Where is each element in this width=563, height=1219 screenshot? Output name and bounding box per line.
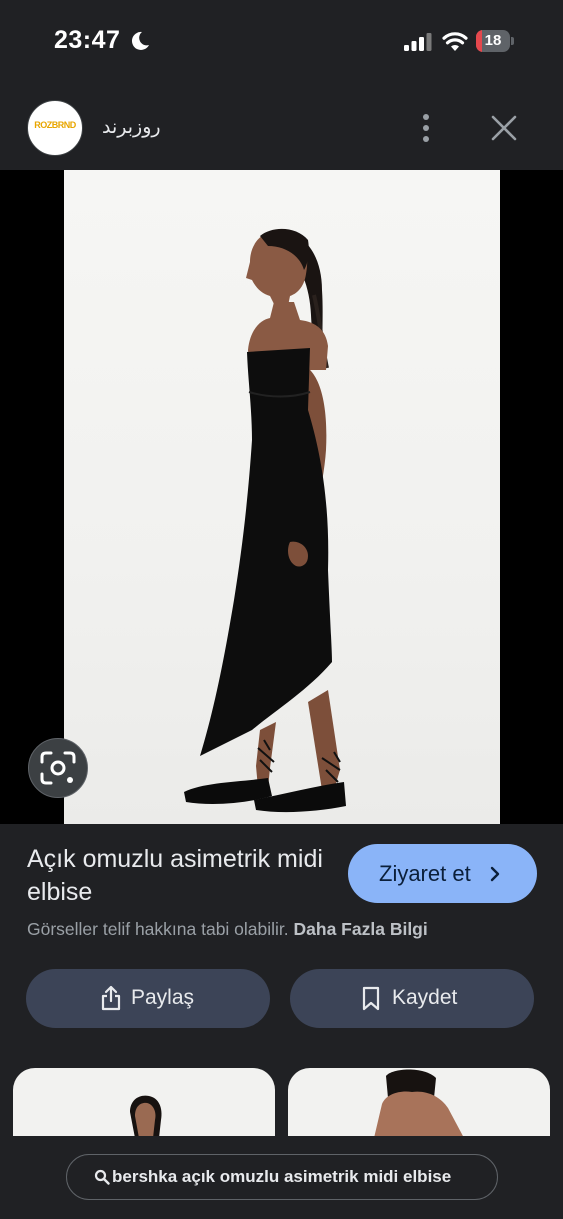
more-vertical-icon[interactable] [412, 112, 440, 144]
model-figure [184, 228, 346, 813]
product-title: Açık omuzlu asimetrik midi elbise [27, 845, 323, 906]
save-button[interactable]: Kaydet [290, 969, 534, 1028]
related-image-thumbnail[interactable] [288, 1068, 550, 1138]
search-query-text: bershka açık omuzlu asimetrik midi elbis… [112, 1167, 452, 1186]
status-time: 23:47 [54, 26, 121, 54]
image-viewer [0, 170, 563, 824]
copyright-notice: Görseller telif hakkına tabi olabilir. D… [27, 919, 547, 940]
share-icon [101, 985, 121, 1011]
product-image[interactable] [64, 170, 500, 824]
status-bar: 23:47 18 [0, 0, 563, 84]
bookmark-icon [362, 986, 380, 1011]
close-icon[interactable] [489, 113, 519, 143]
visit-button[interactable]: Ziyaret et [348, 844, 537, 903]
chevron-right-icon [490, 866, 500, 882]
search-query-pill[interactable]: bershka açık omuzlu asimetrik midi elbis… [66, 1154, 498, 1200]
battery-level: 18 [484, 32, 502, 49]
battery-cap [511, 37, 514, 45]
lens-search-button[interactable] [28, 738, 88, 798]
save-button-label: Kaydet [392, 986, 458, 1009]
related-image-thumbnail[interactable] [13, 1068, 275, 1138]
screen: 23:47 18 ROZBRND روزبرند Açık omuzlu asi… [0, 0, 563, 1219]
signal-icon [404, 33, 432, 51]
site-logo-text: ROZBRND [34, 120, 76, 130]
share-button-label: Paylaş [131, 986, 195, 1009]
visit-button-label: Ziyaret et [379, 861, 471, 886]
source-header: ROZBRND روزبرند [0, 84, 563, 170]
related-image-figure [130, 1095, 162, 1138]
wifi-icon [442, 32, 468, 51]
site-logo[interactable]: ROZBRND [27, 100, 83, 156]
related-image-figure [374, 1069, 464, 1138]
bottom-search-bar: bershka açık omuzlu asimetrik midi elbis… [0, 1136, 563, 1219]
lens-search-icon [40, 751, 76, 785]
learn-more-link[interactable]: Daha Fazla Bilgi [294, 919, 428, 939]
battery-body: 18 [476, 30, 510, 52]
copyright-text: Görseller telif hakkına tabi olabilir. [27, 919, 289, 939]
battery-icon: 18 [476, 30, 514, 52]
share-button[interactable]: Paylaş [26, 969, 270, 1028]
site-name[interactable]: روزبرند [102, 116, 161, 138]
search-icon [94, 1169, 110, 1185]
moon-icon [131, 31, 149, 50]
